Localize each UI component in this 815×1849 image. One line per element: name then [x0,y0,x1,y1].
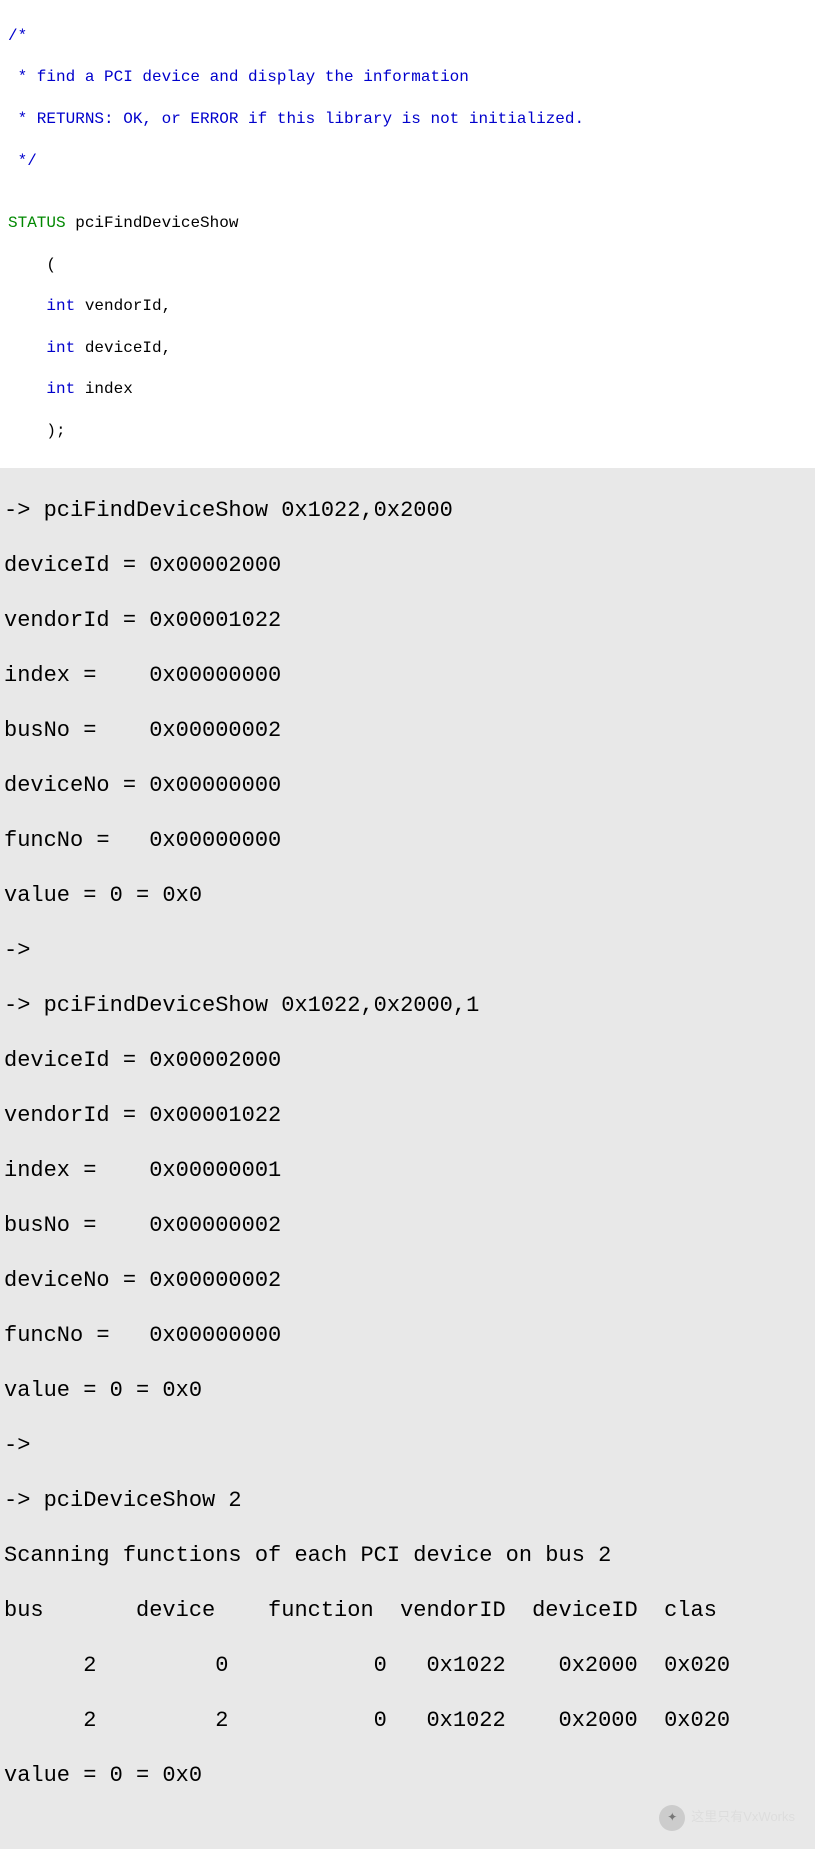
terminal-line: bus device function vendorID deviceID cl… [4,1597,811,1625]
comment-line: * find a PCI device and display the info… [8,67,805,88]
comment-line: */ [8,151,805,172]
watermark-text: 这里只有VxWorks [691,1809,795,1825]
terminal-line: value = 0 = 0x0 [4,1377,811,1405]
comment-line: * RETURNS: OK, or ERROR if this library … [8,109,805,130]
terminal-line: deviceNo = 0x00000002 [4,1267,811,1295]
type-keyword: int [46,297,75,315]
terminal-line: funcNo = 0x00000000 [4,827,811,855]
terminal-line: vendorId = 0x00001022 [4,607,811,635]
indent [8,380,46,398]
type-keyword: int [46,380,75,398]
paren-open: ( [8,255,805,276]
terminal-line: deviceNo = 0x00000000 [4,772,811,800]
terminal-line: funcNo = 0x00000000 [4,1322,811,1350]
terminal-line: -> pciFindDeviceShow 0x1022,0x2000,1 [4,992,811,1020]
terminal-line: busNo = 0x00000002 [4,1212,811,1240]
source-code-block: /* * find a PCI device and display the i… [0,0,815,468]
terminal-line: index = 0x00000000 [4,662,811,690]
terminal-line: -> [4,937,811,965]
paren-close: ); [8,421,805,442]
terminal-line: value = 0 = 0x0 [4,882,811,910]
terminal-line: 2 0 0 0x1022 0x2000 0x020 [4,1652,811,1680]
terminal-line: value = 0 = 0x0 [4,1762,811,1790]
return-type: STATUS [8,214,66,232]
comment-line: /* [8,26,805,47]
watermark: ✦ 这里只有VxWorks [659,1805,795,1831]
arg-name: deviceId, [75,339,171,357]
arg-name: vendorId, [75,297,171,315]
terminal-line: deviceId = 0x00002000 [4,552,811,580]
terminal-line: -> [4,1432,811,1460]
type-keyword: int [46,339,75,357]
terminal-line: Scanning functions of each PCI device on… [4,1542,811,1570]
indent [8,339,46,357]
terminal-output-block: -> pciFindDeviceShow 0x1022,0x2000 devic… [0,468,815,1849]
terminal-line: deviceId = 0x00002000 [4,1047,811,1075]
wechat-icon: ✦ [659,1805,685,1831]
terminal-line: -> pciFindDeviceShow 0x1022,0x2000 [4,497,811,525]
arg-name: index [75,380,133,398]
terminal-line: 2 2 0 0x1022 0x2000 0x020 [4,1707,811,1735]
space [66,214,76,232]
function-name: pciFindDeviceShow [75,214,238,232]
terminal-line: -> pciDeviceShow 2 [4,1487,811,1515]
terminal-line: vendorId = 0x00001022 [4,1102,811,1130]
terminal-line: index = 0x00000001 [4,1157,811,1185]
terminal-line: busNo = 0x00000002 [4,717,811,745]
indent [8,297,46,315]
